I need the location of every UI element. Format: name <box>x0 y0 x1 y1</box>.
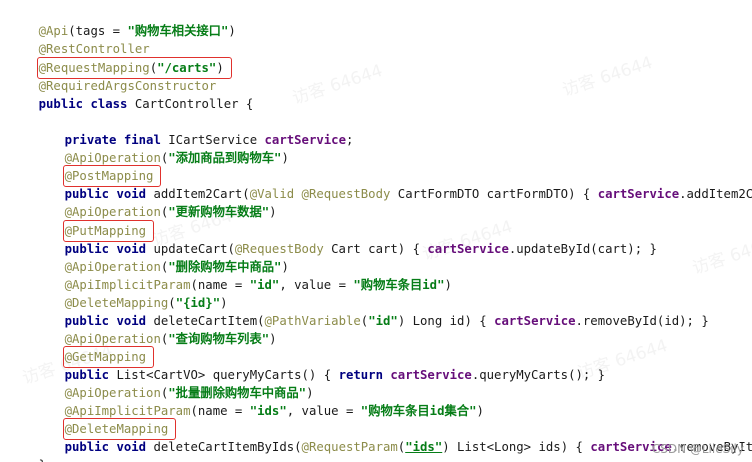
code-line: private final ICartService cartService; <box>64 133 354 147</box>
string-literal: "更新购物车数据" <box>168 205 270 219</box>
field-reference: cartService <box>427 242 509 256</box>
code-line: public void deleteCartItemByIds(@Request… <box>64 440 752 454</box>
string-literal: "ids" <box>405 440 443 454</box>
code-line: public class CartController { <box>38 97 254 111</box>
code-line: public void updateCart(@RequestBody Cart… <box>64 242 657 256</box>
code-line: @Api(tags = "购物车相关接口") <box>38 24 236 38</box>
code-line: @RequiredArgsConstructor <box>9 59 217 93</box>
code-line: @PostMapping <box>9 149 162 187</box>
keyword: public class <box>38 97 128 111</box>
watermark-text: 访客 64644 <box>689 230 752 279</box>
watermark-text: 访客 64644 <box>559 52 656 101</box>
code-line: @RestController <box>9 22 150 56</box>
code-line: public List<CartVO> queryMyCarts() { ret… <box>64 368 606 382</box>
code-line: @ApiOperation("删除购物车中商品") <box>64 260 289 274</box>
code-line: @ApiOperation("查询购物车列表") <box>64 332 277 346</box>
code-line: @ApiOperation("更新购物车数据") <box>64 205 277 219</box>
code-line: @RequestMapping("/carts") <box>9 41 232 79</box>
code-line: } <box>9 438 46 462</box>
string-literal: "购物车条目id集合" <box>360 404 477 418</box>
code-line: @ApiImplicitParam(name = "id", value = "… <box>64 278 452 292</box>
annotation: @RequestParam <box>301 440 398 454</box>
code-line: public void deleteCartItem(@PathVariable… <box>64 314 709 328</box>
annotation: @PathVariable <box>264 314 361 328</box>
string-literal: "查询购物车列表" <box>168 332 270 346</box>
keyword: public void <box>64 440 147 454</box>
csdn-credit: CSDN @LileSily <box>651 442 744 456</box>
code-line: @DeleteMapping <box>9 402 177 440</box>
watermark-text: 访客 64644 <box>289 60 386 109</box>
string-literal: "购物车条目id" <box>353 278 445 292</box>
string-literal: "id" <box>249 278 280 292</box>
code-line: @PutMapping <box>9 204 155 242</box>
string-literal: "ids" <box>249 404 287 418</box>
code-line: @DeleteMapping("{id}") <box>64 296 228 310</box>
field-reference: cartService <box>390 368 472 382</box>
code-line: @ApiOperation("批量删除购物车中商品") <box>64 386 314 400</box>
code-editor: 访客 64644 访客 64644 访客 64644 访客 64644 访客 6… <box>0 0 752 462</box>
code-line: @ApiImplicitParam(name = "ids", value = … <box>64 404 484 418</box>
field-reference: cartService <box>494 314 576 328</box>
field-reference: cartService <box>597 187 680 201</box>
string-literal: "id" <box>368 314 398 328</box>
code-line: @ApiOperation("添加商品到购物车") <box>64 151 289 165</box>
keyword: return <box>338 368 383 382</box>
string-literal: "添加商品到购物车" <box>168 151 282 165</box>
code-line: @GetMapping <box>9 330 155 368</box>
code-line: public void addItem2Cart(@Valid @Request… <box>64 187 752 201</box>
